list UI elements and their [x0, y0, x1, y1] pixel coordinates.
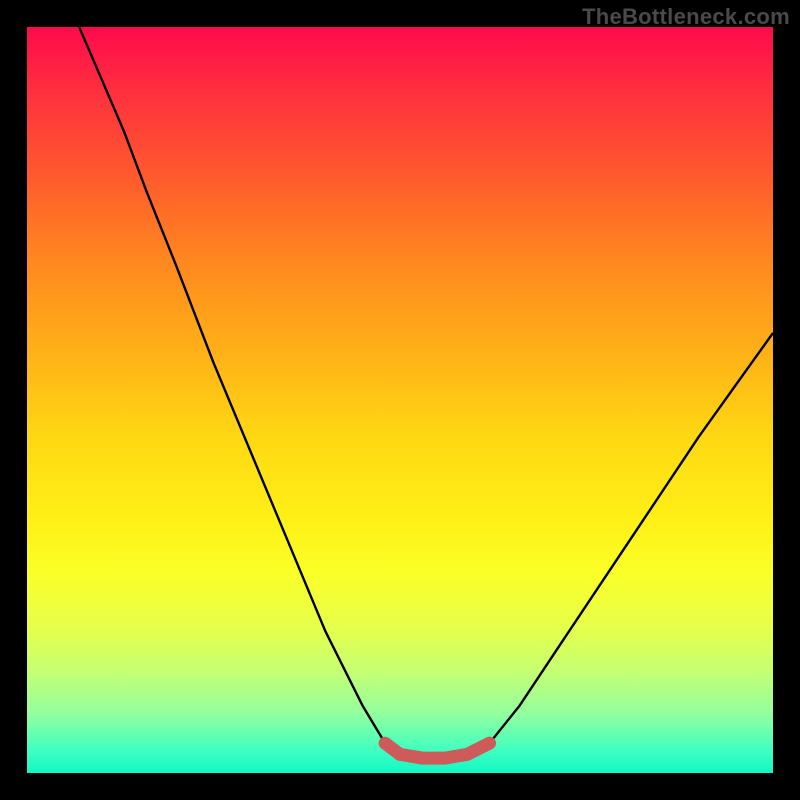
curve-svg: [27, 27, 773, 773]
chart-frame: TheBottleneck.com: [0, 0, 800, 800]
watermark-text: TheBottleneck.com: [582, 4, 790, 30]
bottleneck-curve: [79, 27, 773, 758]
minimum-band: [385, 743, 489, 758]
plot-area: [27, 27, 773, 773]
